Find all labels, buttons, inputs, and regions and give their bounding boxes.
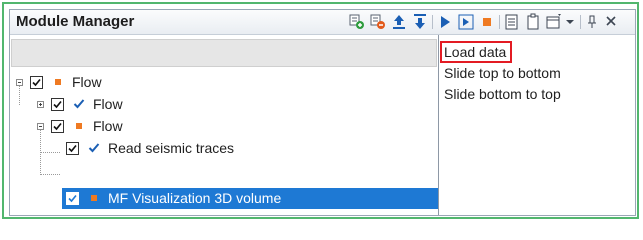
action-slide-bottom-to-top[interactable]: Slide bottom to top <box>444 86 561 102</box>
action-load-data[interactable]: Load data <box>439 41 513 63</box>
pin-icon[interactable] <box>585 12 599 32</box>
collapse-toggle[interactable] <box>37 123 44 130</box>
tree-item-flow[interactable]: Flow <box>10 116 438 138</box>
panel-titlebar: Module Manager <box>10 10 635 35</box>
tree-item-label: MF Visualization 3D volume <box>108 190 282 206</box>
module-status-square-icon <box>76 123 82 129</box>
actions-pane: Load data Slide top to bottom Slide bott… <box>439 35 635 215</box>
module-manager-panel: Module Manager Flow Flow Flow Read seism… <box>9 9 636 216</box>
add-module-icon[interactable] <box>348 12 366 32</box>
tree-item-checkbox[interactable] <box>66 192 79 205</box>
screenshot-frame: Module Manager Flow Flow Flow Read seism… <box>2 2 639 219</box>
tree-guide-line <box>40 174 60 175</box>
tree-item-label: Flow <box>93 118 123 134</box>
tree-filter-bar[interactable] <box>11 39 437 67</box>
remove-module-icon[interactable] <box>369 12 387 32</box>
toolbar-separator <box>580 15 581 29</box>
dropdown-menu-icon[interactable] <box>545 12 563 32</box>
tree-item-checkbox[interactable] <box>51 98 64 111</box>
move-down-icon[interactable] <box>411 12 429 32</box>
collapse-toggle[interactable] <box>16 79 23 86</box>
tree-item-flow[interactable]: Flow <box>10 94 438 116</box>
tree-item-label: Flow <box>72 74 102 90</box>
module-status-square-icon <box>91 195 97 201</box>
toolbar-separator <box>432 15 433 29</box>
tree-item-label: Read seismic traces <box>108 140 235 156</box>
chevron-down-icon[interactable] <box>564 12 576 32</box>
move-up-icon[interactable] <box>390 12 408 32</box>
close-icon[interactable] <box>604 12 618 32</box>
tree-item-flow[interactable]: Flow <box>10 72 438 94</box>
expand-toggle[interactable] <box>37 101 44 108</box>
tree-item-checkbox[interactable] <box>66 142 79 155</box>
run-step-icon[interactable] <box>457 12 475 32</box>
stop-icon[interactable] <box>478 12 496 32</box>
module-list-icon[interactable] <box>503 12 521 32</box>
tree-item-read-seismic-traces[interactable]: Read seismic traces <box>10 138 438 160</box>
clipboard-icon[interactable] <box>524 12 542 32</box>
module-status-check-icon <box>73 97 85 111</box>
module-status-check-icon <box>88 141 100 155</box>
toolbar-separator <box>499 15 500 29</box>
module-status-square-icon <box>55 79 61 85</box>
action-slide-top-to-bottom[interactable]: Slide top to bottom <box>444 65 561 81</box>
panel-title: Module Manager <box>16 13 135 30</box>
tree-item-label: Flow <box>93 96 123 112</box>
tree-item-checkbox[interactable] <box>30 76 43 89</box>
module-tree: Flow Flow Flow Read seismic traces MF Vi… <box>10 69 438 215</box>
module-tree-pane: Flow Flow Flow Read seismic traces MF Vi… <box>10 35 439 215</box>
run-icon[interactable] <box>436 12 454 32</box>
tree-item-mf-visualization-3d-volume[interactable]: MF Visualization 3D volume <box>10 188 438 210</box>
tree-item-checkbox[interactable] <box>51 120 64 133</box>
